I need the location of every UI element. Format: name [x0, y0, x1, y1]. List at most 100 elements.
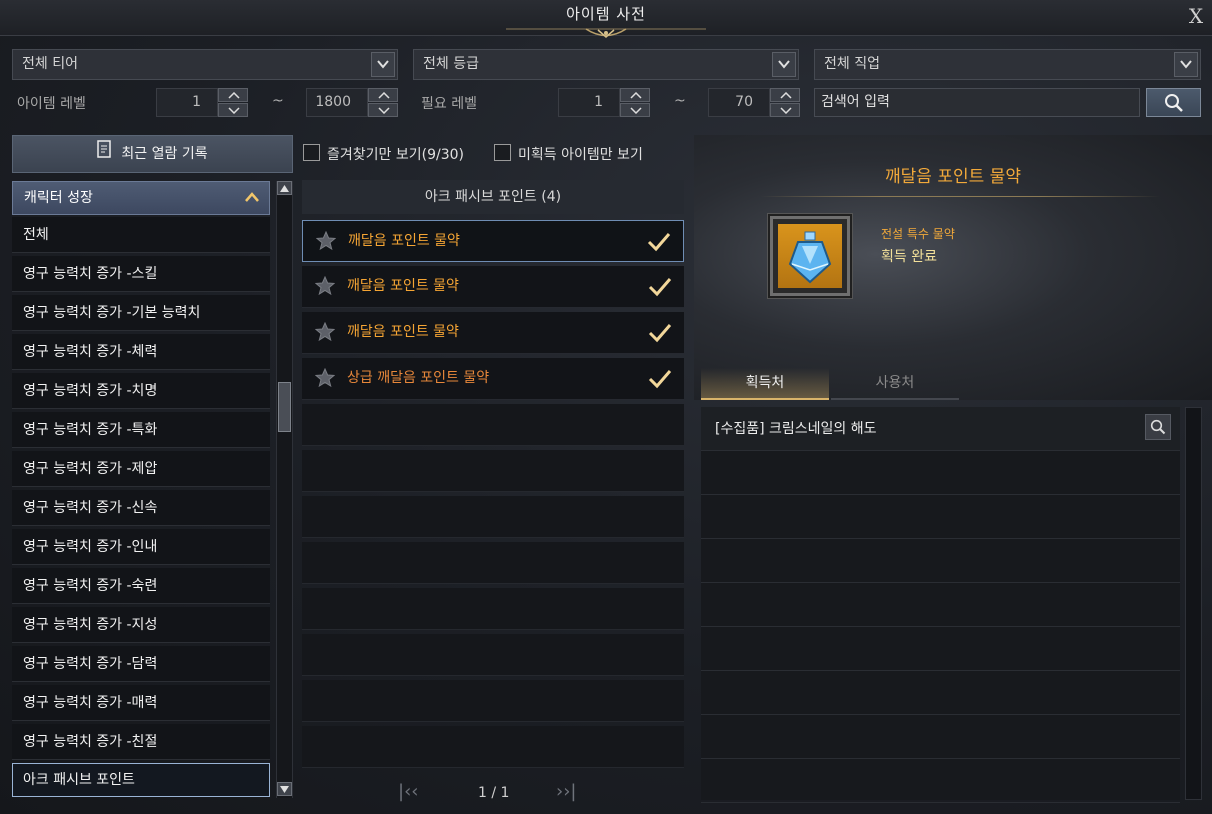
favorites-only-checkbox[interactable]: [303, 144, 320, 161]
title-divider: [760, 196, 1160, 197]
category-header-character-growth[interactable]: 캐릭터 성장: [12, 181, 270, 215]
potion-icon: [778, 224, 842, 288]
source-text: [수집품] 크림스네일의 해도: [715, 421, 877, 437]
class-dropdown[interactable]: 전체 직업: [814, 49, 1201, 80]
close-button[interactable]: X: [1184, 4, 1208, 28]
source-list: [수집품] 크림스네일의 해도: [701, 407, 1180, 803]
sidebar-item[interactable]: 아크 패시브 포인트: [12, 763, 270, 797]
sidebar-item[interactable]: 영구 능력치 증가 -담력: [12, 646, 270, 682]
list-header: 아크 패시브 포인트 (4): [302, 180, 684, 214]
favorite-star-icon[interactable]: [315, 368, 335, 388]
item-list: 깨달음 포인트 물약 깨달음 포인트 물약 깨달음 포인트 물약 상급 깨달음 포인트…: [302, 220, 684, 770]
detail-item-title: 깨달음 포인트 물약: [885, 167, 1021, 187]
empty-row: [302, 496, 684, 538]
search-icon: [1164, 94, 1183, 112]
required-level-max-input[interactable]: 70: [708, 88, 770, 117]
sidebar-item[interactable]: 영구 능력치 증가 -지성: [12, 607, 270, 643]
sidebar-item[interactable]: 영구 능력치 증가 -스킬: [12, 256, 270, 292]
required-level-max-stepper[interactable]: [770, 88, 800, 117]
search-input[interactable]: 검색어 입력: [814, 88, 1140, 117]
range-separator: ~: [674, 93, 686, 109]
scroll-down-button[interactable]: [277, 782, 292, 796]
item-row[interactable]: 깨달음 포인트 물약: [302, 220, 684, 262]
item-level-min-input[interactable]: 1: [156, 88, 218, 117]
required-level-label: 필요 레벨: [421, 96, 477, 112]
sidebar-item[interactable]: 영구 능력치 증가 -숙련: [12, 568, 270, 604]
source-row[interactable]: [수집품] 크림스네일의 해도: [701, 407, 1180, 451]
scroll-up-button[interactable]: [277, 181, 292, 195]
empty-source-row: [701, 715, 1180, 759]
favorite-star-icon[interactable]: [316, 231, 336, 251]
favorite-star-icon[interactable]: [315, 322, 335, 342]
chevron-down-icon: [371, 52, 395, 77]
item-icon-frame: [770, 216, 850, 296]
recent-view-button[interactable]: 최근 열람 기록: [12, 135, 293, 173]
stepper-down-icon[interactable]: [620, 103, 650, 117]
obtained-check-icon: [648, 278, 672, 297]
stepper-down-icon[interactable]: [770, 103, 800, 117]
unobtained-only-label: 미획득 아이템만 보기: [518, 147, 643, 163]
sidebar-item[interactable]: 영구 능력치 증가 -체력: [12, 334, 270, 370]
unobtained-only-checkbox[interactable]: [494, 144, 511, 161]
stepper-down-icon[interactable]: [218, 103, 248, 117]
grade-dropdown[interactable]: 전체 등급: [413, 49, 799, 80]
tab-usage[interactable]: 사용처: [831, 368, 959, 400]
tab-acquisition[interactable]: 획득처: [701, 368, 829, 400]
source-search-button[interactable]: [1145, 414, 1171, 440]
required-level-min-input[interactable]: 1: [558, 88, 620, 117]
chevron-down-icon: [772, 52, 796, 77]
range-separator: ~: [272, 93, 284, 109]
acquisition-status: 획득 완료: [881, 249, 937, 265]
sidebar-item[interactable]: 영구 능력치 증가 -친절: [12, 724, 270, 760]
item-level-label: 아이템 레벨: [17, 96, 86, 112]
sidebar-item[interactable]: 전체: [12, 217, 270, 253]
search-button[interactable]: [1146, 88, 1201, 117]
empty-source-row: [701, 627, 1180, 671]
stepper-up-icon[interactable]: [368, 88, 398, 102]
required-level-min-stepper[interactable]: [620, 88, 650, 117]
sidebar-item[interactable]: 영구 능력치 증가 -매력: [12, 685, 270, 721]
class-dropdown-value: 전체 직업: [824, 56, 880, 72]
title-ornament-icon: [506, 28, 706, 38]
item-row[interactable]: 깨달음 포인트 물약: [302, 266, 684, 308]
chevron-up-icon: [245, 192, 259, 202]
source-scrollbar[interactable]: [1185, 407, 1202, 800]
empty-row: [302, 542, 684, 584]
item-level-min-stepper[interactable]: [218, 88, 248, 117]
item-level-max-input[interactable]: 1800: [306, 88, 368, 117]
item-name: 상급 깨달음 포인트 물약: [347, 370, 490, 386]
stepper-down-icon[interactable]: [368, 103, 398, 117]
triangle-up-icon: [280, 185, 289, 192]
empty-source-row: [701, 583, 1180, 627]
sidebar-item[interactable]: 영구 능력치 증가 -신속: [12, 490, 270, 526]
item-row[interactable]: 상급 깨달음 포인트 물약: [302, 358, 684, 400]
item-name: 깨달음 포인트 물약: [347, 324, 459, 340]
tier-dropdown-value: 전체 티어: [22, 56, 78, 72]
sidebar-item[interactable]: 영구 능력치 증가 -기본 능력치: [12, 295, 270, 331]
empty-row: [302, 726, 684, 768]
last-page-icon[interactable]: ››|: [556, 781, 576, 802]
empty-row: [302, 588, 684, 630]
sidebar-item[interactable]: 영구 능력치 증가 -제압: [12, 451, 270, 487]
item-level-max-stepper[interactable]: [368, 88, 398, 117]
stepper-up-icon[interactable]: [620, 88, 650, 102]
favorite-star-icon[interactable]: [315, 276, 335, 296]
sidebar-item[interactable]: 영구 능력치 증가 -인내: [12, 529, 270, 565]
empty-row: [302, 634, 684, 676]
first-page-icon[interactable]: |‹‹: [398, 781, 418, 802]
stepper-up-icon[interactable]: [218, 88, 248, 102]
stepper-up-icon[interactable]: [770, 88, 800, 102]
empty-source-row: [701, 671, 1180, 715]
empty-row: [302, 450, 684, 492]
item-row[interactable]: 깨달음 포인트 물약: [302, 312, 684, 354]
obtained-check-icon: [648, 324, 672, 343]
category-scrollbar[interactable]: [276, 181, 293, 798]
recent-view-label: 최근 열람 기록: [121, 146, 208, 162]
scroll-thumb[interactable]: [278, 382, 291, 432]
search-icon: [1150, 419, 1166, 435]
sidebar-item[interactable]: 영구 능력치 증가 -치명: [12, 373, 270, 409]
pagination-text: 1 / 1: [478, 785, 510, 801]
triangle-down-icon: [280, 786, 289, 793]
tier-dropdown[interactable]: 전체 티어: [12, 49, 398, 80]
sidebar-item[interactable]: 영구 능력치 증가 -특화: [12, 412, 270, 448]
